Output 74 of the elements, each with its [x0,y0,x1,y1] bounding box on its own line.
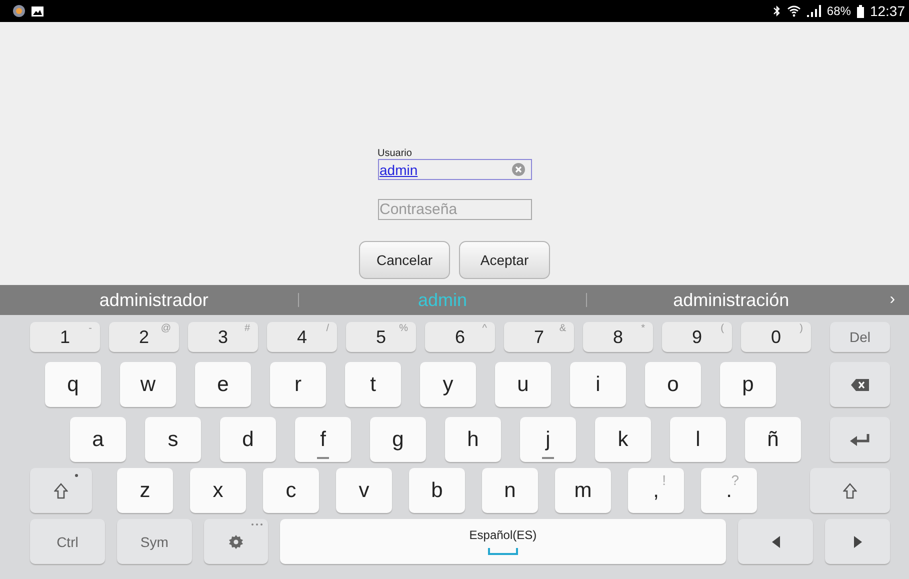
key[interactable]: i [570,362,626,407]
key[interactable]: 8 * [583,322,653,352]
key[interactable]: 2 @ [109,322,179,352]
right-arrow-icon [854,536,862,548]
signal-icon [806,5,821,17]
key[interactable]: 7 & [504,322,574,352]
key[interactable]: Del [830,322,890,352]
key[interactable]: ,! [628,468,684,513]
key[interactable]: z [117,468,173,513]
shift-key[interactable] [810,468,890,513]
cancel-button[interactable]: Cancelar [359,241,450,279]
key[interactable]: q [45,362,101,407]
key[interactable]: d [220,417,276,462]
shift-key[interactable] [30,468,92,513]
key[interactable]: o [645,362,701,407]
key[interactable]: m [555,468,611,513]
key[interactable]: w [120,362,176,407]
accept-button[interactable]: Aceptar [459,241,550,279]
key[interactable]: s [145,417,201,462]
shift-icon [54,482,68,498]
password-field[interactable]: Contraseña [378,199,532,220]
suggestion[interactable]: administración [587,290,876,310]
left-arrow-icon [772,536,780,548]
key[interactable]: 1 - [30,322,100,352]
key[interactable]: v [336,468,392,513]
enter-icon [850,434,870,446]
key[interactable]: Sym [116,519,192,564]
image-icon [31,6,44,16]
field-label: Usuario [378,148,412,159]
key[interactable]: t [345,362,401,407]
gear-icon [228,534,243,548]
key[interactable]: 3 # [188,322,258,352]
key[interactable]: a [70,417,126,462]
more-suggestions-button[interactable]: › [875,291,896,309]
clock: 12:37 [870,3,905,19]
backspace-key[interactable] [830,362,890,407]
key[interactable]: 9 ( [662,322,732,352]
clear-icon[interactable] [512,163,524,176]
settings-key[interactable] [204,519,268,564]
key[interactable]: ñ [745,417,801,462]
key[interactable]: n [482,468,538,513]
shift-icon [843,482,857,498]
battery-icon [856,4,864,18]
key[interactable]: f [295,417,351,462]
key[interactable]: x [190,468,246,513]
key[interactable]: Ctrl [30,519,105,564]
key[interactable]: y [420,362,476,407]
key[interactable]: e [195,362,251,407]
key[interactable]: h [445,417,501,462]
key[interactable]: c [263,468,319,513]
key[interactable]: g [370,417,426,462]
key[interactable]: p [720,362,776,407]
key[interactable]: r [270,362,326,407]
more-icon [250,523,263,526]
key[interactable]: k [595,417,651,462]
battery-percent: 68% [826,4,851,18]
key[interactable]: 4 / [267,322,337,352]
key[interactable]: u [495,362,551,407]
space-icon [488,548,518,555]
key[interactable]: j [520,417,576,462]
bluetooth-icon [772,5,781,17]
suggestion[interactable]: administrador [10,290,298,310]
space-key[interactable]: Español(ES) [280,519,726,564]
key[interactable]: b [409,468,465,513]
username-field[interactable]: admin [378,159,532,180]
wifi-icon [786,5,801,17]
enter-key[interactable] [830,417,890,462]
key[interactable]: 0 ) [741,322,811,352]
backspace-icon [851,378,869,390]
key[interactable]: l [670,417,726,462]
key[interactable]: 6 ^ [425,322,495,352]
key[interactable]: 5 % [346,322,416,352]
key[interactable]: .? [701,468,757,513]
app-icon [13,5,25,17]
